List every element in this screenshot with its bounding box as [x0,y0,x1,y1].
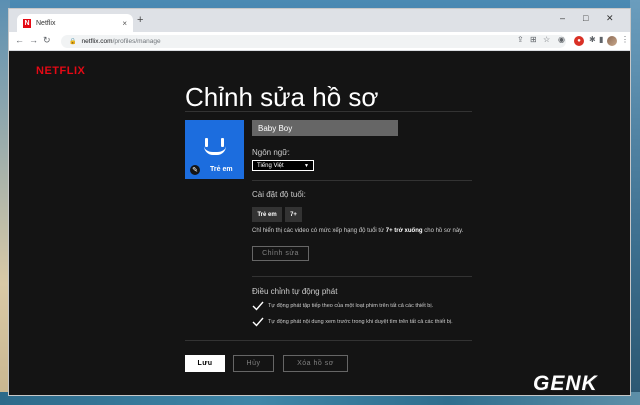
divider [185,340,472,341]
autoplay-next-text: Tự động phát tập tiếp theo của một loạt … [268,303,434,309]
browser-window: N Netflix × + – □ ✕ ← → ↻ 🔒 netflix.com … [8,8,631,396]
extension-badge-icon[interactable]: ● [574,36,584,46]
extensions-puzzle-icon[interactable]: ✱ [589,35,596,44]
netflix-page: NETFLIX Chỉnh sửa hồ sơ ✎ Trẻ em Ngôn ng… [9,52,630,395]
chevron-down-icon: ▼ [304,163,309,169]
divider [185,111,472,112]
divider [252,276,472,277]
autoplay-previews-text: Tự động phát nội dung xem trước trong kh… [268,319,453,325]
sidepanel-icon[interactable]: ▮ [599,35,603,44]
kids-badge: Trẻ em [210,166,233,173]
extension-icon[interactable]: ◉ [558,35,565,44]
desktop-edge-right [630,0,640,405]
watermark-logo: GENK [533,372,598,395]
browser-toolbar: ← → ↻ 🔒 netflix.com /profiles/manage ⇪ ⊞… [9,32,630,51]
language-label: Ngôn ngữ: [252,148,290,157]
profile-avatar[interactable]: ✎ Trẻ em [185,120,244,179]
delete-profile-button[interactable]: Xóa hồ sơ [283,355,348,372]
maximize-button[interactable]: □ [583,13,588,23]
share-icon[interactable]: ⇪ [517,35,524,44]
tab-close-icon[interactable]: × [122,19,127,28]
maturity-description: Chỉ hiển thị các video có mức xếp hạng đ… [252,228,464,234]
edit-pencil-icon[interactable]: ✎ [190,165,200,175]
window-close-button[interactable]: ✕ [606,13,614,24]
translate-icon[interactable]: ⊞ [530,35,537,44]
language-select[interactable]: Tiếng Việt ▼ [252,160,314,171]
page-title: Chỉnh sửa hồ sơ [185,82,379,112]
maturity-label: Cài đặt độ tuổi: [252,190,306,199]
new-tab-button[interactable]: + [137,14,143,26]
menu-dots-icon[interactable]: ⋮ [621,35,629,44]
maturity-chip-kids: Trẻ em [252,207,282,222]
save-button[interactable]: Lưu [185,355,225,372]
bookmark-star-icon[interactable]: ☆ [543,35,550,44]
edit-maturity-button[interactable]: Chỉnh sửa [252,246,309,261]
autoplay-next-checkbox[interactable] [252,301,264,311]
address-bar[interactable]: 🔒 netflix.com /profiles/manage [61,35,566,48]
autoplay-label: Điều chỉnh tự động phát [252,287,338,296]
url-host: netflix.com [81,38,113,45]
profile-name-input[interactable] [252,120,398,136]
browser-titlebar: N Netflix × + – □ ✕ [9,9,630,32]
browser-tab-netflix[interactable]: N Netflix × [17,14,133,32]
netflix-favicon-icon: N [23,18,31,28]
reload-icon[interactable]: ↻ [43,35,51,46]
user-avatar[interactable] [607,36,617,46]
divider [252,180,472,181]
back-arrow-icon[interactable]: ← [15,35,24,45]
avatar-smile [204,146,226,155]
maturity-chip-7plus: 7+ [285,207,302,222]
language-value: Tiếng Việt [257,162,284,169]
lock-icon: 🔒 [69,39,77,45]
forward-arrow-icon[interactable]: → [29,35,38,45]
autoplay-previews-checkbox[interactable] [252,317,264,327]
cancel-button[interactable]: Hủy [233,355,274,372]
tab-title: Netflix [36,19,56,27]
netflix-logo[interactable]: NETFLIX [36,65,85,77]
url-path: /profiles/manage [112,38,161,45]
minimize-button[interactable]: – [560,13,565,23]
